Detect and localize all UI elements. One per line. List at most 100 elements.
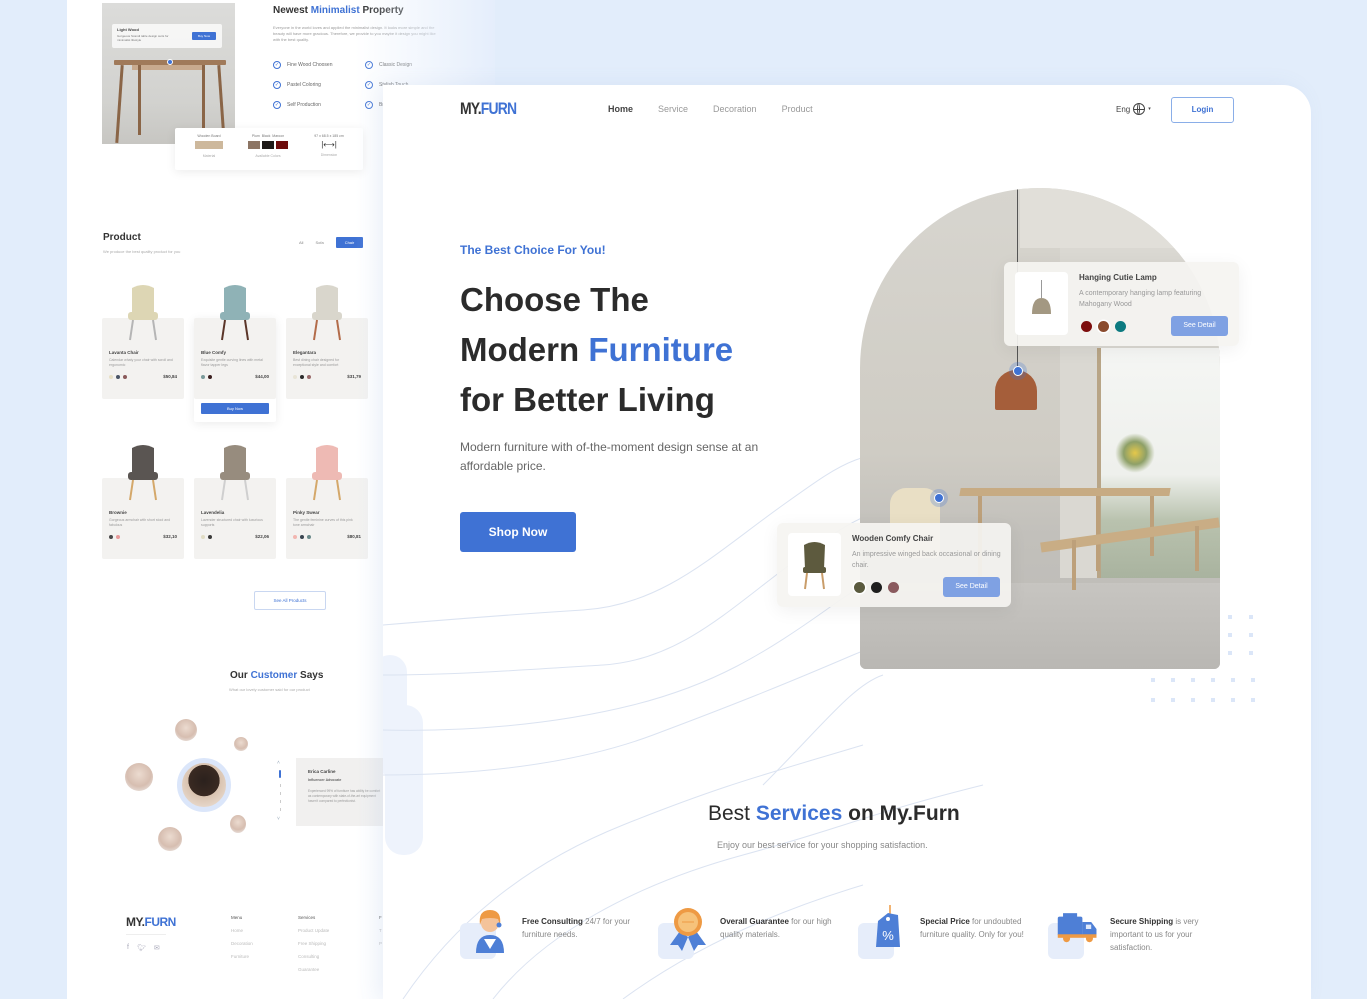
color-swatch-plum[interactable] — [248, 141, 260, 149]
product-desc: The gentle feminine curves of this pink … — [293, 518, 353, 527]
color-option[interactable] — [1115, 321, 1126, 332]
product-color-options — [293, 375, 311, 379]
color-option[interactable] — [293, 375, 297, 379]
product-color-options — [201, 535, 212, 539]
customer-avatar[interactable] — [125, 763, 153, 791]
footer-link[interactable]: Furniture — [231, 950, 253, 963]
language-selector[interactable]: Eng ▾ — [1116, 103, 1151, 115]
color-swatch-maroon[interactable] — [276, 141, 288, 149]
shop-now-button[interactable]: Shop Now — [460, 512, 576, 552]
color-option[interactable] — [109, 375, 113, 379]
chair-hotspot[interactable] — [930, 489, 948, 507]
product-card[interactable]: Lavendelia Lavender structured chair with… — [194, 445, 276, 559]
customer-avatar[interactable] — [158, 827, 182, 851]
product-price: $22,06 — [255, 534, 269, 539]
lamp-hotspot[interactable] — [1009, 362, 1027, 380]
newest-title: Newest Minimalist Property — [273, 5, 404, 16]
color-option[interactable] — [1081, 321, 1092, 332]
photo-card-buy-button[interactable]: Buy Now — [192, 32, 216, 40]
hotspot-marker[interactable] — [167, 59, 173, 65]
color-option[interactable] — [208, 535, 212, 539]
nav-link-service[interactable]: Service — [658, 104, 688, 114]
customer-avatar[interactable] — [234, 737, 248, 751]
customer-avatar[interactable] — [175, 719, 197, 741]
social-links: f 🐦︎ ✉ — [127, 944, 160, 952]
facebook-icon[interactable]: f — [127, 944, 129, 952]
customer-avatar[interactable] — [230, 815, 246, 833]
product-color-options — [109, 375, 127, 379]
service-item: Free Consulting 24/7 for your furniture … — [460, 905, 650, 965]
color-option[interactable] — [201, 375, 205, 379]
product-color-options — [201, 375, 212, 379]
color-option-selected[interactable] — [854, 582, 865, 593]
footer-logo[interactable]: MY.FURN — [126, 915, 176, 929]
color-option[interactable] — [201, 535, 205, 539]
product-color-options — [293, 535, 311, 539]
see-all-products-button[interactable]: See All Products — [254, 591, 326, 610]
color-option[interactable] — [300, 535, 304, 539]
color-option[interactable] — [300, 375, 304, 379]
footer-link[interactable]: Consulting — [298, 950, 329, 963]
color-option[interactable] — [871, 582, 882, 593]
product-card[interactable]: Lavanta Chair Calendar whaty your chair w… — [102, 285, 184, 399]
testimonial-scroller[interactable]: ˄ ˅ — [277, 760, 282, 824]
product-card[interactable]: Pinky Swear The gentle feminine curves of… — [286, 445, 368, 559]
chair-image — [220, 445, 250, 501]
product-card[interactable]: Brownie Gorgeous armchair with short stoo… — [102, 445, 184, 559]
color-option[interactable] — [307, 535, 311, 539]
product-card[interactable]: Blue Comfy Exquisite gentle curving lines… — [194, 285, 276, 399]
medal-icon — [670, 908, 706, 951]
minimalist-table-photo: Light Wood Gorgeous Scandi table design … — [102, 3, 235, 144]
color-option[interactable] — [307, 375, 311, 379]
footer-link[interactable]: T — [379, 924, 382, 937]
color-option[interactable] — [208, 375, 212, 379]
color-swatch-black[interactable] — [262, 141, 274, 149]
nav-link-home[interactable]: Home — [608, 104, 633, 114]
color-option[interactable] — [888, 582, 899, 593]
material-swatch — [195, 141, 223, 149]
footer-link[interactable]: P — [379, 937, 382, 950]
color-option[interactable] — [123, 375, 127, 379]
footer-link[interactable]: Guarantee — [298, 963, 329, 976]
check-circle-icon: ✓ — [273, 101, 281, 109]
nav-link-decoration[interactable]: Decoration — [713, 104, 757, 114]
customer-avatar-selected[interactable] — [177, 758, 231, 812]
filter-tab-sofa[interactable]: Sofa — [315, 240, 323, 245]
color-option[interactable] — [116, 535, 120, 539]
buy-now-button[interactable]: Buy Now — [201, 403, 269, 414]
color-option[interactable] — [116, 375, 120, 379]
footer-link[interactable]: Free Shipping — [298, 937, 329, 950]
check-circle-icon: ✓ — [365, 81, 373, 89]
filter-tab-chair[interactable]: Chair — [335, 237, 364, 248]
twitter-icon[interactable]: 🐦︎ — [137, 944, 146, 952]
hero-eyebrow: The Best Choice For You! — [460, 243, 606, 257]
product-price: $80,81 — [347, 534, 361, 539]
service-text: Secure Shipping is very important to us … — [1110, 917, 1199, 952]
color-option[interactable] — [109, 535, 113, 539]
product-price: $50,84 — [163, 374, 177, 379]
chair-image — [312, 445, 342, 501]
product-desc: Gorgeous armchair with short stool and f… — [109, 518, 171, 527]
chevron-up-icon[interactable]: ˄ — [277, 760, 280, 766]
globe-icon — [1133, 103, 1146, 115]
color-option[interactable] — [293, 535, 297, 539]
testimonial-name: Erica Carline — [308, 769, 336, 774]
see-detail-button[interactable]: See Detail — [943, 577, 1000, 597]
footer-link[interactable]: Home — [231, 924, 253, 937]
footer-link[interactable]: Product Update — [298, 924, 329, 937]
login-button[interactable]: Login — [1171, 97, 1234, 123]
see-detail-button[interactable]: See Detail — [1171, 316, 1228, 336]
hero-description: Modern furniture with of-the-moment desi… — [460, 440, 759, 473]
popup-product-desc: An impressive winged back occasional or … — [852, 551, 1001, 569]
testimonial-role: Influencer Advocate — [308, 778, 342, 782]
product-card[interactable]: Elegantara Best dining chair designed for… — [286, 285, 368, 399]
filter-tab-all[interactable]: All — [299, 240, 303, 245]
feature-item: ✓ Classic Design — [365, 61, 413, 69]
service-item: Secure Shipping is very important to us … — [1048, 905, 1238, 965]
mail-icon[interactable]: ✉ — [154, 944, 160, 952]
color-option-selected[interactable] — [1098, 321, 1109, 332]
brand-logo[interactable]: MY.FURN — [460, 99, 517, 119]
footer-link[interactable]: Decoration — [231, 937, 253, 950]
chevron-down-icon[interactable]: ˅ — [277, 816, 280, 822]
nav-link-product[interactable]: Product — [782, 104, 813, 114]
